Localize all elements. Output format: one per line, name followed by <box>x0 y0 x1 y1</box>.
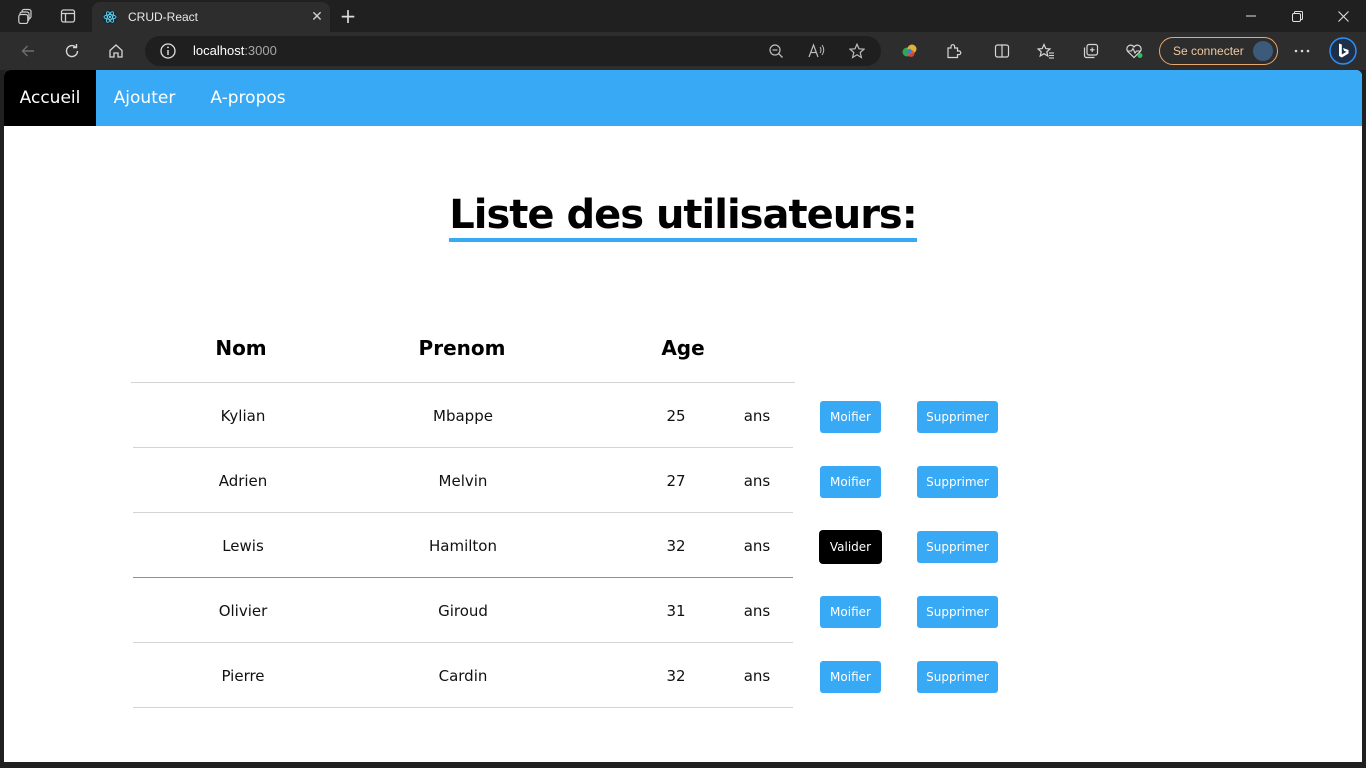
edit-button[interactable]: Moifier <box>820 466 881 498</box>
cell-age: 31 <box>666 601 686 620</box>
edit-button[interactable]: Moifier <box>820 401 881 433</box>
cell-prenom: Cardin <box>438 666 488 685</box>
profile-avatar <box>1253 41 1273 61</box>
browser-tab[interactable]: CRUD-React ✕ <box>92 2 330 32</box>
page-title: Liste des utilisateurs: <box>449 192 918 242</box>
table-row: Pierre Cardin 32 ans Moifier Supprimer <box>4 643 1362 708</box>
delete-button[interactable]: Supprimer <box>917 531 998 563</box>
react-logo-icon <box>102 9 118 25</box>
split-screen-icon[interactable] <box>986 35 1018 67</box>
new-tab-icon[interactable]: + <box>334 0 362 32</box>
zoom-out-icon[interactable] <box>766 42 786 60</box>
tab-actions-icon[interactable] <box>48 0 88 32</box>
cell-prenom: Melvin <box>438 471 488 490</box>
workspaces-icon[interactable] <box>6 0 46 32</box>
cell-age-unit: ans <box>743 666 771 685</box>
site-info-icon[interactable] <box>159 42 177 60</box>
cell-prenom: Mbappe <box>433 406 493 425</box>
browser-essentials-icon[interactable] <box>1118 35 1150 67</box>
delete-button[interactable]: Supprimer <box>917 596 998 628</box>
delete-button[interactable]: Supprimer <box>917 401 998 433</box>
delete-button[interactable]: Supprimer <box>917 466 998 498</box>
browser-tab-bar: CRUD-React ✕ + <box>0 0 1366 32</box>
table-row-editing: Lewis Hamilton 32 ans Valider Supprimer <box>4 513 1362 578</box>
page-viewport: Accueil Ajouter A-propos Liste des utili… <box>4 70 1362 762</box>
sign-in-button[interactable]: Se connecter <box>1159 37 1278 65</box>
page-title-container: Liste des utilisateurs: <box>4 192 1362 242</box>
minimize-icon[interactable] <box>1228 0 1274 32</box>
favorites-icon[interactable] <box>1030 35 1062 67</box>
more-options-icon[interactable] <box>1286 35 1318 67</box>
browser-toolbar: localhost:3000 Se connecter <box>0 32 1366 70</box>
refresh-icon[interactable] <box>56 35 88 67</box>
validate-button[interactable]: Valider <box>819 530 882 564</box>
restore-icon[interactable] <box>1274 0 1320 32</box>
column-header-age: Age <box>661 336 705 360</box>
read-aloud-icon[interactable] <box>807 42 827 60</box>
table-row: Kylian Mbappe 25 ans Moifier Supprimer <box>4 383 1362 448</box>
cell-nom: Adrien <box>218 471 268 490</box>
home-icon[interactable] <box>100 35 132 67</box>
nav-link-accueil[interactable]: Accueil <box>4 70 96 126</box>
nav-link-a-propos[interactable]: A-propos <box>193 70 303 126</box>
table-row: Adrien Melvin 27 ans Moifier Supprimer <box>4 448 1362 513</box>
cell-age: 27 <box>666 471 686 490</box>
row-divider <box>133 707 793 708</box>
cell-age-unit: ans <box>743 406 771 425</box>
extensions-icon[interactable] <box>938 35 970 67</box>
close-window-icon[interactable] <box>1320 0 1366 32</box>
cell-nom: Olivier <box>218 601 268 620</box>
cell-nom: Kylian <box>220 406 266 425</box>
cell-age: 32 <box>666 536 686 555</box>
tab-title: CRUD-React <box>128 10 199 24</box>
back-icon[interactable] <box>12 35 44 67</box>
cell-age: 32 <box>666 666 686 685</box>
edit-button[interactable]: Moifier <box>820 596 881 628</box>
edit-button[interactable]: Moifier <box>820 661 881 693</box>
cell-age-unit: ans <box>743 471 771 490</box>
column-header-prenom: Prenom <box>418 336 506 360</box>
collections-icon[interactable] <box>1075 35 1107 67</box>
cell-age-unit: ans <box>743 601 771 620</box>
window-bottom-edge <box>0 762 1366 768</box>
extension-colorful-icon[interactable] <box>894 35 926 67</box>
cell-age: 25 <box>666 406 686 425</box>
app-navbar: Accueil Ajouter A-propos <box>4 70 1362 126</box>
url-host: localhost <box>193 43 245 58</box>
table-row: Olivier Giroud 31 ans Moifier Supprimer <box>4 578 1362 643</box>
cell-nom: Lewis <box>222 536 264 555</box>
url-port: :3000 <box>244 43 277 58</box>
cell-prenom: Hamilton <box>429 536 497 555</box>
column-header-nom: Nom <box>215 336 267 360</box>
nav-link-ajouter[interactable]: Ajouter <box>96 70 193 126</box>
favorite-star-icon[interactable] <box>847 42 867 60</box>
sign-in-label: Se connecter <box>1173 44 1244 58</box>
close-tab-icon[interactable]: ✕ <box>304 9 330 25</box>
cell-age-unit: ans <box>743 536 771 555</box>
url-text[interactable]: localhost:3000 <box>193 43 277 58</box>
cell-prenom: Giroud <box>438 601 488 620</box>
address-bar[interactable]: localhost:3000 <box>145 36 881 66</box>
delete-button[interactable]: Supprimer <box>917 661 998 693</box>
cell-nom: Pierre <box>221 666 265 685</box>
copilot-icon[interactable] <box>1327 35 1359 67</box>
